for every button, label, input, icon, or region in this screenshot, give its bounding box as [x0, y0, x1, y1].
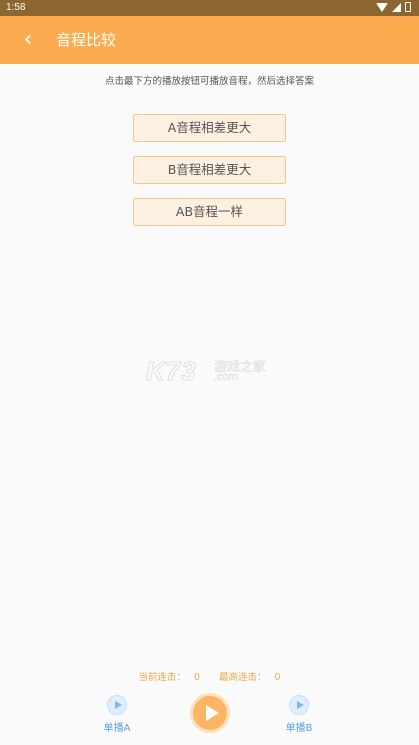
best-streak: 最高连击： 0 [215, 672, 285, 683]
streak-row: 当前连击： 0 最高连击： 0 [0, 669, 419, 683]
status-time: 1:58 [6, 2, 26, 13]
current-streak-label: 当前连击： [138, 672, 186, 683]
signal-icon [392, 2, 401, 12]
status-icons [376, 2, 411, 12]
wifi-icon [376, 2, 388, 12]
play-b-label: 单播B [285, 723, 313, 734]
option-same-button[interactable]: AB音程一样 [133, 198, 286, 226]
best-streak-value: 0 [274, 672, 281, 683]
watermark-domain: .com [214, 371, 238, 384]
best-streak-label: 最高连击： [219, 672, 267, 683]
instruction-text: 点击最下方的播放按钮可播放音程，然后选择答案 [104, 76, 314, 87]
watermark-k73: K73 [146, 356, 197, 387]
battery-icon [405, 2, 411, 12]
current-streak-value: 0 [193, 672, 200, 683]
app-bar: ‹ 音程比较 [0, 16, 419, 64]
play-b-button[interactable]: 单播B [274, 695, 324, 735]
option-a-larger-button[interactable]: A音程相差更大 [133, 114, 286, 142]
play-icon [289, 695, 309, 715]
watermark-logo: K73 游戏之家 .com [146, 356, 276, 388]
current-streak: 当前连击： 0 [134, 672, 204, 683]
page-title: 音程比较 [56, 31, 117, 49]
play-a-label: 单播A [103, 723, 131, 734]
chevron-left-icon[interactable]: ‹ [16, 27, 40, 53]
status-bar: 1:58 [0, 0, 419, 16]
option-b-larger-button[interactable]: B音程相差更大 [133, 156, 286, 184]
play-icon [107, 695, 127, 715]
play-a-button[interactable]: 单播A [92, 695, 142, 735]
main-play-button[interactable] [190, 693, 230, 733]
